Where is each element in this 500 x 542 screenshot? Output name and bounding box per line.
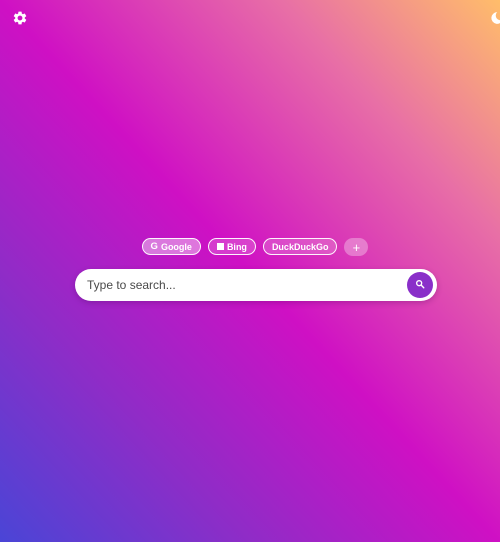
- bing-square-icon: [216, 243, 224, 250]
- search-icon: [415, 276, 425, 294]
- settings-button[interactable]: [11, 11, 29, 29]
- engine-chip-duckduckgo[interactable]: DuckDuckGo: [262, 238, 338, 255]
- engine-label: DuckDuckGo: [271, 241, 329, 252]
- engine-label: Google: [160, 241, 192, 252]
- google-g-icon: G: [150, 241, 158, 252]
- search-button[interactable]: [407, 272, 433, 298]
- search-bar: [75, 269, 437, 301]
- engine-label: Bing: [226, 241, 247, 252]
- engine-chip-google[interactable]: G Google: [141, 238, 201, 255]
- moon-icon: [490, 11, 500, 30]
- search-input[interactable]: [87, 269, 397, 301]
- plus-icon: +: [352, 239, 361, 255]
- gear-icon: [12, 10, 28, 31]
- add-engine-button[interactable]: +: [344, 238, 369, 256]
- engine-chip-bing[interactable]: Bing: [207, 238, 256, 255]
- search-engine-selector: G Google Bing DuckDuckGo +: [5, 238, 500, 256]
- theme-toggle-button[interactable]: [488, 11, 500, 29]
